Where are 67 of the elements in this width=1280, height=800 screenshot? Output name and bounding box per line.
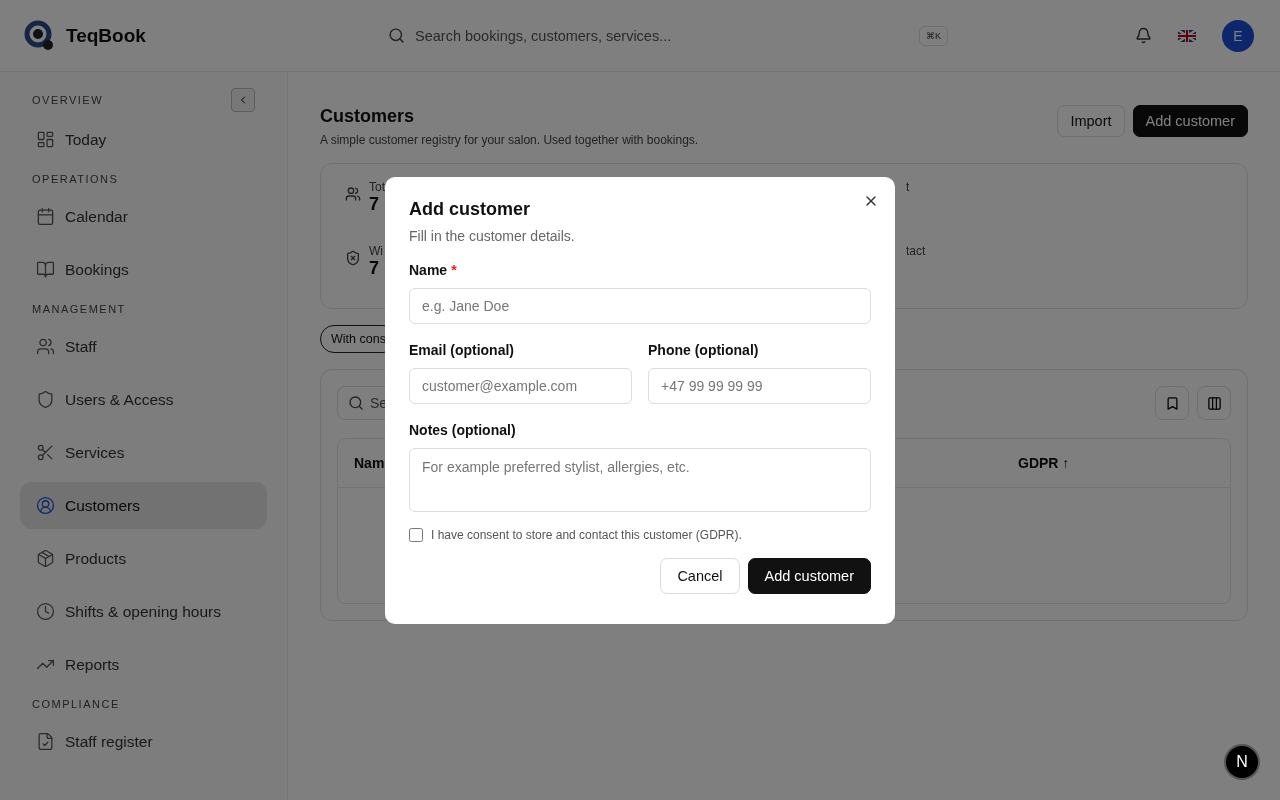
field-label: Notes (optional) (409, 422, 517, 438)
sidebar-item[interactable]: Reports (20, 641, 267, 688)
columns-icon (1206, 395, 1222, 411)
sidebar-item[interactable]: Staff register (20, 718, 267, 765)
notes-field[interactable]: For example preferred stylist, allergies, etc. (409, 448, 871, 512)
user-avatar[interactable]: E (1222, 19, 1254, 52)
page-title: Customers (320, 106, 416, 127)
field-label: Phone (optional) (648, 342, 760, 358)
search-icon (388, 27, 405, 44)
bookmark-button[interactable] (1155, 386, 1189, 420)
columns-button[interactable] (1197, 386, 1231, 420)
user-circle-icon (36, 496, 55, 515)
shortcut-hint: ⌘K (919, 25, 948, 46)
dev-badge[interactable]: N (1224, 744, 1260, 780)
cancel-button[interactable]: Cancel (660, 558, 740, 594)
dialog-subtitle: Fill in the customer details. (409, 228, 576, 244)
consent-label: I have consent to store and contact this customer (GDPR). (431, 528, 742, 542)
sidebar-item[interactable]: Products (20, 535, 267, 582)
input-field[interactable]: customer@example.com (409, 368, 632, 404)
section-title: OPERATIONS (31, 172, 120, 187)
sidebar-item[interactable]: Today (20, 116, 267, 163)
dashboard-icon (36, 130, 55, 149)
stat-label: Tot (369, 180, 385, 194)
brand-name: TeqBook (66, 24, 147, 47)
users-icon (36, 337, 55, 356)
sidebar-item[interactable]: Staff (20, 323, 267, 370)
sidebar-item[interactable]: Bookings (20, 246, 267, 293)
section-title: OVERVIEW (31, 93, 105, 108)
sidebar-item[interactable]: Calendar (20, 193, 267, 240)
calendar-icon (36, 207, 55, 226)
sidebar-item[interactable]: Users & Access (20, 376, 267, 423)
stat-label: t (906, 180, 910, 194)
flag-icon[interactable] (1178, 29, 1196, 42)
sidebar-item[interactable]: Shifts & opening hours (20, 588, 267, 635)
import-button[interactable]: Import (1057, 105, 1125, 137)
search-icon (348, 395, 364, 411)
field-label: Email (optional) (409, 342, 515, 358)
scissors-icon (36, 443, 55, 462)
book-icon (36, 260, 55, 279)
clock-icon (36, 602, 55, 621)
box-icon (36, 549, 55, 568)
dialog-title: Add customer (409, 199, 532, 220)
sidebar-item[interactable]: Services (20, 429, 267, 476)
section-title: MANAGEMENT (31, 302, 127, 317)
file-check-icon (36, 732, 55, 751)
shield-x-icon (345, 250, 361, 266)
page-subtitle: A simple customer registry for your salon. Used together with bookings. (320, 133, 699, 147)
stat-value: 7 (369, 194, 380, 215)
users-icon (345, 186, 361, 202)
sidebar-item[interactable]: Customers (20, 482, 267, 529)
input-field[interactable]: e.g. Jane Doe (409, 288, 871, 324)
required-mark: * (451, 262, 457, 278)
add-customer-button[interactable]: Add customer (1132, 105, 1248, 137)
search-field[interactable]: Search bookings, customers, services... ⌘K (380, 17, 956, 54)
input-field[interactable]: +47 99 99 99 99 (648, 368, 871, 404)
bell-icon[interactable] (1135, 27, 1152, 44)
logo-icon (24, 19, 54, 52)
stat-label: Wi (369, 244, 383, 258)
stat-value: 7 (369, 258, 380, 279)
column-header[interactable]: GDPR ↑ (1018, 455, 1230, 471)
section-title: COMPLIANCE (31, 697, 121, 712)
consent-checkbox[interactable] (409, 528, 423, 542)
shield-icon (36, 390, 55, 409)
stat-label: tact (906, 244, 926, 258)
bookmark-icon (1164, 395, 1180, 411)
add-customer-button[interactable]: Add customer (747, 558, 871, 594)
field-label: Name * (409, 262, 458, 278)
